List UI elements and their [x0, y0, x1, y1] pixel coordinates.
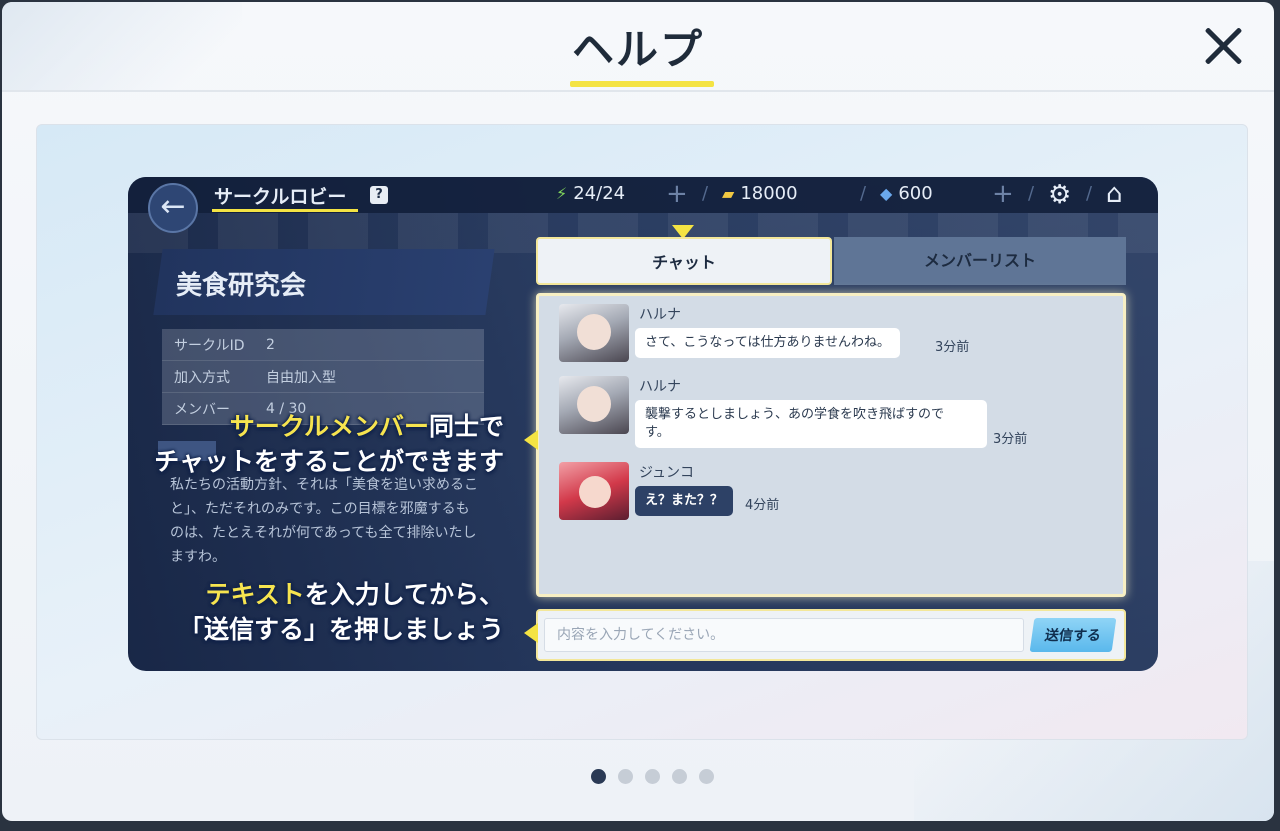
callout-input: テキストを入力してから、 「送信する」を押しましょう — [179, 577, 504, 647]
separator: / — [1086, 183, 1093, 204]
message-line: す。 — [645, 425, 670, 440]
message-bubble: さて、こうなっては仕方ありませんわね。 — [635, 328, 901, 358]
callout-arrow-icon — [524, 623, 538, 643]
page-dot[interactable] — [699, 769, 714, 784]
info-row: サークルID 2 — [162, 329, 484, 361]
page-dot[interactable] — [591, 769, 606, 784]
callout-text: 「送信する」を押しましょう — [178, 615, 504, 644]
callout-text: 同士で — [428, 412, 504, 441]
callout-text: を入力してから、 — [304, 580, 504, 609]
tab-member-list: メンバーリスト — [834, 237, 1126, 285]
credit-icon: ▰ — [722, 184, 735, 203]
callout-highlight: サークルメンバー — [229, 412, 429, 441]
message-time: 3分前 — [993, 432, 1028, 447]
ap-counter: ⚡ 24/24 — [556, 183, 625, 204]
message-bubble: え？また？？ — [635, 486, 734, 516]
message-time: 4分前 — [745, 498, 780, 513]
close-button[interactable] — [1198, 20, 1250, 72]
credit-counter: ▰ 18000 — [722, 183, 798, 204]
callout-chat: サークルメンバー同士で チャットをすることができます — [154, 409, 504, 479]
sender-name: ハルナ — [639, 307, 681, 323]
club-name: 美食研究会 — [176, 271, 307, 301]
sender-name: ハルナ — [639, 379, 681, 395]
page-dot[interactable] — [618, 769, 633, 784]
lobby-title-underline — [212, 209, 358, 212]
club-description: 私たちの活動方針、それは「美食を追い求めること」、ただそれのみです。この目標を邪… — [170, 477, 478, 565]
page-dot[interactable] — [645, 769, 660, 784]
credit-value: 18000 — [740, 183, 798, 204]
title-underline — [570, 81, 714, 87]
page-title: ヘルプ — [571, 25, 704, 74]
tab-chat: チャット — [536, 237, 832, 285]
gem-icon: ◆ — [880, 184, 893, 203]
separator: / — [1028, 183, 1035, 204]
gem-value: 600 — [898, 183, 933, 204]
chat-input — [544, 618, 1024, 652]
info-row: 加入方式 自由加入型 — [162, 361, 484, 393]
pagination — [591, 769, 714, 784]
message-time: 3分前 — [935, 340, 970, 355]
chat-log: ハルナ さて、こうなっては仕方ありませんわね。 3分前 ハルナ 襲撃するとしまし… — [536, 293, 1126, 597]
lobby-title: サークルロビー — [214, 186, 347, 208]
ap-value: 24/24 — [573, 183, 626, 204]
avatar — [559, 462, 629, 520]
lightning-icon: ⚡ — [556, 184, 568, 203]
back-arrow-icon: ← — [148, 183, 198, 233]
add-ap-icon: + — [666, 179, 688, 209]
info-value: 自由加入型 — [266, 369, 336, 386]
gear-icon: ⚙ — [1048, 180, 1072, 210]
page-dot[interactable] — [672, 769, 687, 784]
help-icon: ? — [370, 186, 388, 204]
tutorial-screenshot: サークルロビー ? ⚡ 24/24 + / ▰ 18000 / ◆ 600 + / ⚙… — [128, 177, 1158, 671]
chat-input-bar: 送信する — [536, 609, 1126, 661]
add-gem-icon: + — [992, 179, 1014, 209]
message-bubble: 襲撃するとしましょう、あの学食を吹き飛ばすので す。 — [635, 400, 987, 448]
game-topbar: サークルロビー ? ⚡ 24/24 + / ▰ 18000 / ◆ 600 + / ⚙… — [128, 177, 1158, 213]
avatar — [559, 304, 629, 362]
info-key: サークルID — [174, 337, 245, 354]
message-line: 襲撃するとしましょう、あの学食を吹き飛ばすので — [645, 407, 945, 422]
callout-arrow-icon — [524, 430, 538, 450]
separator: / — [702, 183, 709, 204]
info-value: 2 — [266, 336, 275, 353]
modal-header: ヘルプ — [2, 2, 1274, 92]
separator: / — [860, 183, 867, 204]
callout-highlight: テキスト — [205, 580, 305, 609]
gem-counter: ◆ 600 — [880, 183, 933, 204]
send-button: 送信する — [1029, 618, 1117, 652]
sender-name: ジュンコ — [639, 465, 695, 481]
home-icon: ⌂ — [1106, 179, 1123, 209]
info-key: 加入方式 — [174, 369, 230, 386]
callout-text: チャットをすることができます — [154, 447, 504, 476]
avatar — [559, 376, 629, 434]
